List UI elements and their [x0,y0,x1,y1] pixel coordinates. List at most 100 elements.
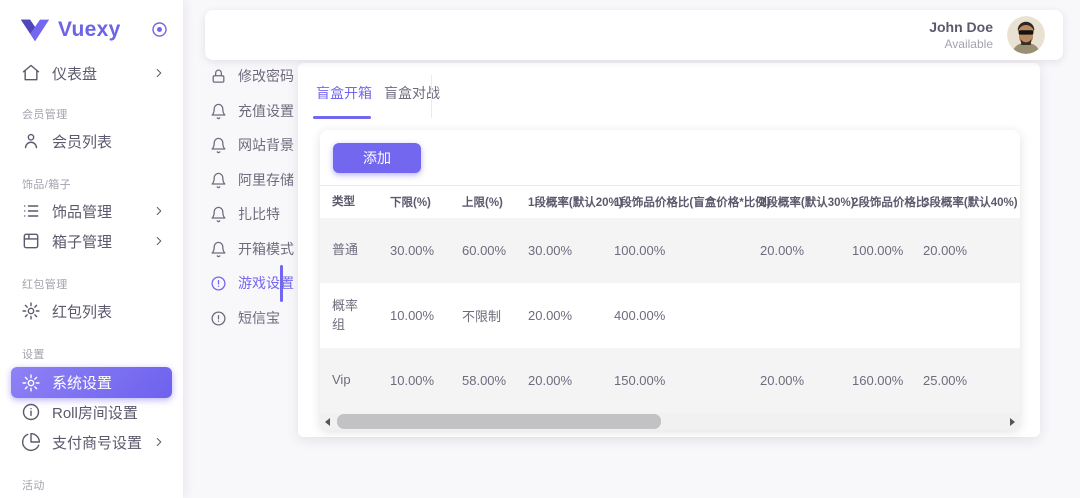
settings-menu-label: 游戏设置 [238,273,294,293]
sidebar-item-member-list[interactable]: 会员列表 [11,126,172,156]
table-cell: 150.00% [614,373,760,388]
table-cell: 58.00% [462,373,528,388]
column-header-type: 类型 [332,194,390,211]
user-avatar[interactable] [1007,16,1045,54]
column-header-lower-limit: 下限(%) [390,194,462,210]
settings-menu-item-ali-storage[interactable]: 阿里存储 [210,168,294,192]
table-cell: 概率组 [332,297,390,335]
column-header-stage2-price-ratio: 2段饰品价格比 [852,194,923,210]
settings-menu-item-zhabite[interactable]: 扎比特 [210,202,280,226]
table-cell: 60.00% [462,243,528,258]
sidebar-section-settings: 设置 [22,346,45,362]
table-cell: 100.00% [852,243,923,258]
sidebar-item-payment-merchant-settings[interactable]: 支付商号设置 [11,427,172,457]
gear-icon [21,301,41,321]
column-header-stage1-probability: 1段概率(默认20%) [528,194,614,210]
alert-circle-icon [210,275,227,292]
sidebar-item-label: 仪表盘 [52,63,97,84]
settings-menu-item-site-background[interactable]: 网站背景 [210,133,294,157]
table-cell: 20.00% [760,373,852,388]
settings-menu-label: 扎比特 [238,204,280,224]
column-header-stage3-probability: 3段概率(默认40%) [923,194,1017,210]
sidebar-section-items-boxes: 饰品/箱子 [22,176,71,192]
table-cell: 100.00% [614,243,760,258]
settings-menu-active-indicator [280,265,283,302]
alert-circle-icon [210,310,227,327]
table-row: 概率组 10.00% 不限制 20.00% 400.00% [320,283,1020,348]
table-cell: 不限制 [462,306,528,325]
sidebar-item-label: 支付商号设置 [52,432,142,453]
chevron-right-icon [152,204,166,218]
table-cell: 20.00% [528,373,614,388]
table-cell: Vip [332,371,390,390]
column-header-stage1-price-ratio: 1段饰品价格比(盲盒价格*比例) [614,194,760,210]
sidebar-item-label: Roll房间设置 [52,402,138,423]
settings-menu-item-recharge-settings[interactable]: 充值设置 [210,99,294,123]
settings-menu-label: 开箱模式 [238,239,294,259]
sidebar-item-dashboard[interactable]: 仪表盘 [11,58,172,88]
radio-circle-icon[interactable] [150,20,169,39]
settings-menu-label: 充值设置 [238,101,294,121]
table-toolbar: 添加 [320,130,1020,186]
settings-menu-label: 网站背景 [238,135,294,155]
scrollbar-left-arrow-icon[interactable] [320,413,337,430]
bell-icon [210,206,227,223]
table-cell: 30.00% [390,243,462,258]
settings-menu-item-change-password[interactable]: 修改密码 [210,64,294,88]
column-header-stage2-probability: 2段概率(默认30%) [760,194,852,210]
sidebar-item-system-settings[interactable]: 系统设置 [11,367,172,398]
table-cell: 20.00% [760,243,852,258]
user-status: Available [929,37,993,51]
chevron-right-icon [152,66,166,80]
settings-menu-item-unbox-mode[interactable]: 开箱模式 [210,237,294,261]
settings-menu-item-smsbao[interactable]: 短信宝 [210,306,280,330]
sidebar-item-item-management[interactable]: 饰品管理 [11,196,172,226]
sidebar-item-roll-room-settings[interactable]: Roll房间设置 [11,397,172,427]
bell-icon [210,172,227,189]
active-tab-underline [313,116,371,119]
game-settings-table-card: 添加 类型 下限(%) 上限(%) 1段概率(默认20%) 1段饰品价格比(盲盒… [320,130,1020,430]
settings-menu-label: 阿里存储 [238,170,294,190]
column-header-upper-limit: 上限(%) [462,194,528,210]
tab-blindbox-open[interactable]: 盲盒开箱 [316,83,372,103]
bell-icon [210,103,227,120]
main-sidebar: Vuexy 仪表盘 会员管理 会员列表 饰品/箱子 [0,0,183,498]
user-menu[interactable]: John Doe Available [929,19,993,51]
sidebar-item-label: 饰品管理 [52,201,112,222]
user-icon [21,131,41,151]
chevron-right-icon [152,435,166,449]
table-cell: 20.00% [923,243,1017,258]
sidebar-item-label: 系统设置 [52,372,112,393]
table-row: 普通 30.00% 60.00% 30.00% 100.00% 20.00% 1… [320,218,1020,283]
sidebar-item-label: 会员列表 [52,131,112,152]
bell-icon [210,241,227,258]
lock-icon [210,68,227,85]
table-cell: 160.00% [852,373,923,388]
settings-menu-label: 修改密码 [238,66,294,86]
list-icon [21,201,41,221]
sidebar-item-box-management[interactable]: 箱子管理 [11,226,172,256]
sidebar-item-redpacket-list[interactable]: 红包列表 [11,296,172,326]
table-cell: 25.00% [923,373,1017,388]
content-card: 盲盒开箱 盲盒对战 添加 类型 下限(%) 上限(%) 1段概率(默认20%) … [298,63,1040,437]
scrollbar-thumb[interactable] [337,414,661,429]
sidebar-item-label: 箱子管理 [52,231,112,252]
brand-name: Vuexy [58,18,121,42]
topbar: John Doe Available [205,10,1063,60]
pie-chart-icon [21,432,41,452]
table-cell: 普通 [332,241,390,260]
settings-menu-label: 短信宝 [238,308,280,328]
horizontal-scrollbar[interactable] [320,413,1020,430]
table-cell: 10.00% [390,308,462,323]
user-name: John Doe [929,19,993,35]
sidebar-section-activity: 活动 [22,477,45,493]
add-button[interactable]: 添加 [333,143,421,173]
tab-divider [431,75,432,118]
table-cell: 10.00% [390,373,462,388]
gear-icon [21,373,41,393]
table-cell: 400.00% [614,308,760,323]
box-icon [21,231,41,251]
bell-icon [210,137,227,154]
scrollbar-right-arrow-icon[interactable] [1003,413,1020,430]
sidebar-section-redpacket: 红包管理 [22,276,68,292]
